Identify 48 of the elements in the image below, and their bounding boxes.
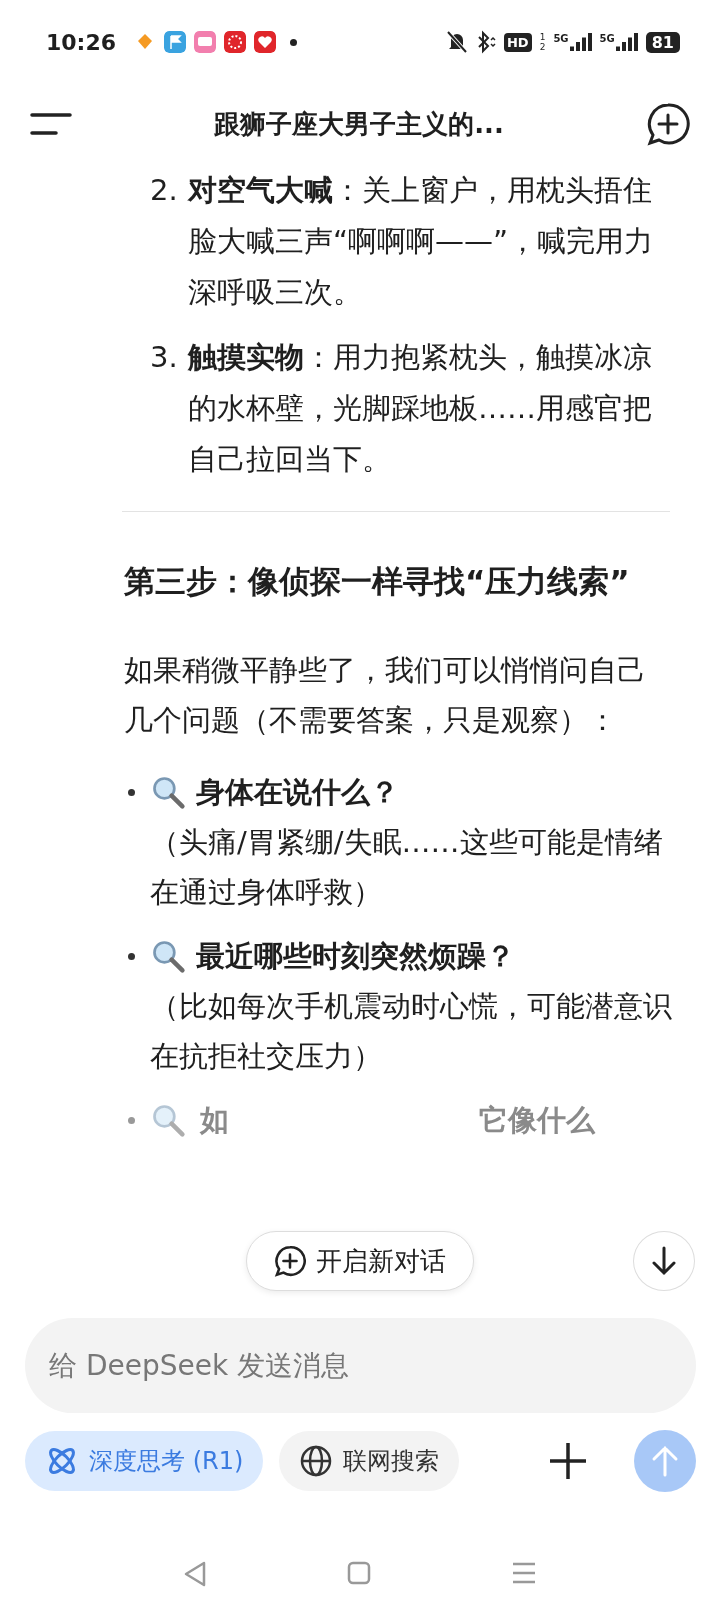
- chat-title: 跟狮子座大男子主义的...: [213, 107, 505, 141]
- sim-slot-label: 2: [539, 42, 546, 52]
- bullet-title: 最近哪些时刻突然烦躁？: [196, 938, 516, 975]
- flower-app-icon[interactable]: [224, 31, 247, 53]
- magnifier-icon: [150, 774, 186, 810]
- new-chat-icon: [274, 1245, 306, 1277]
- step-number: 3.: [150, 339, 179, 376]
- menu-icon[interactable]: [30, 112, 72, 136]
- step-number: 2.: [150, 172, 179, 209]
- web-search-toggle[interactable]: 联网搜索: [279, 1431, 460, 1491]
- battery-level: 81: [645, 31, 680, 53]
- bullet-text: （比如每次手机震动时心慌，可能潜意识在抗拒社交压力）: [150, 988, 672, 1075]
- signal-icon: [569, 33, 592, 51]
- notification-dot: [290, 38, 298, 46]
- network-label: 5G: [553, 33, 569, 44]
- flag-app-icon[interactable]: [164, 31, 187, 53]
- clock-time: 10:26: [46, 29, 117, 55]
- new-chat-icon[interactable]: [646, 102, 690, 146]
- paragraph: 如果稍微平静些了，我们可以悄悄问自己几个问题（不需要答案，只是观察）：: [124, 652, 647, 739]
- globe-icon: [299, 1444, 334, 1478]
- muted-bell-icon: [446, 30, 468, 54]
- network-label: 5G: [599, 33, 615, 44]
- magnifier-icon: [150, 1102, 186, 1138]
- new-chat-button[interactable]: 开启新对话: [246, 1231, 474, 1291]
- plus-icon: [548, 1441, 588, 1481]
- add-button[interactable]: [548, 1441, 588, 1481]
- message-input[interactable]: 给 DeepSeek 发送消息: [25, 1318, 696, 1413]
- bullet-title: 它像什么: [479, 1102, 595, 1139]
- bluetooth-icon: [476, 30, 496, 54]
- recents-icon[interactable]: [511, 1561, 537, 1585]
- step-text: 对空气大喊：关上窗户，用枕头捂住脸大喊三声“啊啊啊——”，喊完用力深呼吸三次。: [188, 172, 655, 311]
- down-arrow-icon: [650, 1246, 678, 1276]
- bullet-dot: [128, 953, 135, 960]
- bullet-title: 如: [200, 1102, 229, 1139]
- tv-app-icon[interactable]: [194, 31, 217, 53]
- hd-badge: HD: [504, 32, 532, 52]
- bullet-dot: [128, 1117, 135, 1124]
- bullet-text: （头痛/胃紧绷/失眠……这些可能是情绪在通过身体呼救）: [150, 824, 664, 911]
- up-arrow-icon: [651, 1445, 679, 1477]
- sim-slot-label: 1: [539, 32, 546, 42]
- step-text: 触摸实物：用力抱紧枕头，触摸冰凉的水杯壁，光脚踩地板……用感官把自己拉回当下。: [188, 339, 653, 478]
- back-icon[interactable]: [183, 1561, 207, 1587]
- section-heading: 第三步：像侦探一样寻找“压力线索”: [124, 562, 631, 601]
- bullet-title: 身体在说什么？: [196, 774, 400, 811]
- signal-icon: [615, 33, 638, 51]
- bullet-dot: [128, 789, 135, 796]
- magnifier-icon: [150, 938, 186, 974]
- home-icon[interactable]: [347, 1561, 371, 1585]
